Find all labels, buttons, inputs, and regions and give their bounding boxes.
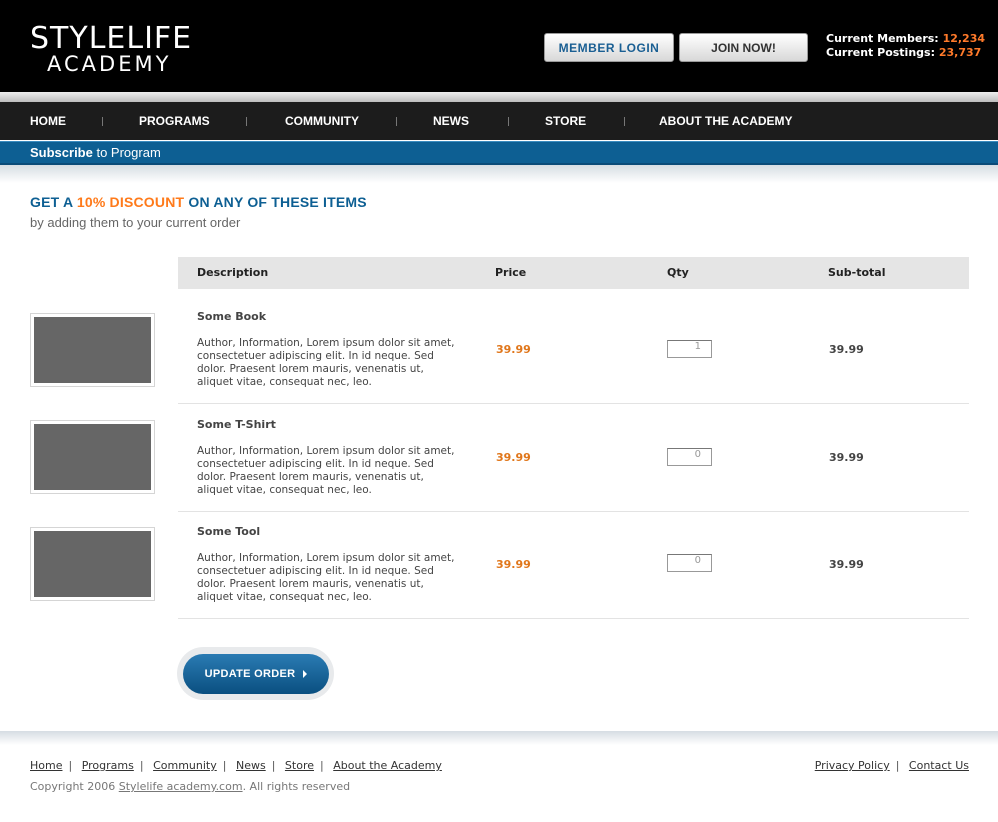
footer-separator: | — [68, 759, 73, 772]
product-description: Author, Information, Lorem ipsum dolor s… — [197, 552, 455, 603]
product-description: Author, Information, Lorem ipsum dolor s… — [197, 337, 455, 388]
quantity-input[interactable]: 1 — [667, 340, 712, 358]
nav-item-about[interactable]: ABOUT THE ACADEMY — [659, 102, 793, 140]
footer-link-programs[interactable]: Programs — [82, 759, 134, 772]
postings-label: Current Postings: — [826, 46, 935, 59]
quantity-input[interactable]: 0 — [667, 554, 712, 572]
members-stat: Current Members: 12,234 — [826, 32, 985, 46]
main-nav: HOME PROGRAMS COMMUNITY NEWS STORE ABOUT… — [0, 102, 998, 140]
footer-separator: | — [895, 759, 900, 772]
quantity-input[interactable]: 0 — [667, 448, 712, 466]
product-thumbnail[interactable] — [30, 527, 155, 601]
product-subtotal: 39.99 — [829, 558, 864, 571]
header-price: Price — [495, 266, 527, 279]
footer-legal-links: Privacy Policy | Contact Us — [815, 759, 969, 772]
table-row: Some Tool Author, Information, Lorem ips… — [178, 512, 969, 619]
product-name: Some Tool — [197, 525, 261, 538]
header-qty: Qty — [667, 266, 689, 279]
footer-separator: | — [139, 759, 144, 772]
promo-subtitle: by adding them to your current order — [30, 215, 241, 230]
contact-us-link[interactable]: Contact Us — [909, 759, 969, 772]
member-login-button[interactable]: MEMBER LOGIN — [544, 33, 674, 62]
promo-heading: GET A 10% DISCOUNT ON ANY OF THESE ITEMS — [30, 194, 367, 210]
nav-item-programs[interactable]: PROGRAMS — [139, 102, 210, 140]
nav-separator — [102, 117, 103, 126]
nav-item-home[interactable]: HOME — [30, 102, 66, 140]
promo-part2: ON ANY OF THESE ITEMS — [184, 194, 367, 210]
product-image — [34, 531, 151, 597]
members-value: 12,234 — [942, 32, 986, 45]
product-description: Author, Information, Lorem ipsum dolor s… — [197, 445, 455, 496]
nav-separator — [396, 117, 397, 126]
header-description: Description — [197, 266, 269, 279]
product-name: Some T-Shirt — [197, 418, 276, 431]
members-label: Current Members: — [826, 32, 939, 45]
nav-separator — [246, 117, 247, 126]
copyright-site-link[interactable]: Stylelife academy.com — [119, 780, 243, 793]
nav-item-news[interactable]: NEWS — [433, 102, 469, 140]
footer-link-home[interactable]: Home — [30, 759, 62, 772]
privacy-policy-link[interactable]: Privacy Policy — [815, 759, 890, 772]
header-subtotal: Sub-total — [828, 266, 886, 279]
footer-separator: | — [222, 759, 227, 772]
section-title-bar: Subscribe to Program — [0, 141, 998, 165]
product-thumbnail[interactable] — [30, 313, 155, 387]
product-subtotal: 39.99 — [829, 451, 864, 464]
product-price: 39.99 — [496, 558, 531, 571]
product-subtotal: 39.99 — [829, 343, 864, 356]
product-price: 39.99 — [496, 451, 531, 464]
nav-separator — [508, 117, 509, 126]
nav-item-store[interactable]: STORE — [545, 102, 586, 140]
arrow-right-icon — [303, 670, 308, 678]
footer-link-about[interactable]: About the Academy — [333, 759, 442, 772]
copyright-prefix: Copyright 2006 — [30, 780, 119, 793]
footer-nav: Home | Programs | Community | News | Store | … — [30, 759, 442, 772]
footer-link-community[interactable]: Community — [153, 759, 217, 772]
site-logo[interactable]: STYLELIFE ACADEMY — [30, 24, 192, 75]
footer-link-store[interactable]: Store — [285, 759, 314, 772]
update-order-label: UPDATE ORDER — [204, 668, 296, 680]
footer-separator: | — [271, 759, 276, 772]
nav-item-community[interactable]: COMMUNITY — [285, 102, 359, 140]
copyright-suffix: . All rights reserved — [242, 780, 351, 793]
section-title: Subscribe to Program — [30, 145, 161, 160]
product-name: Some Book — [197, 310, 267, 323]
product-image — [34, 424, 151, 490]
section-title-bold: Subscribe — [30, 145, 93, 160]
product-price: 39.99 — [496, 343, 531, 356]
logo-line1: STYLELIFE — [30, 21, 193, 56]
section-shadow — [0, 165, 998, 183]
postings-value: 23,737 — [938, 46, 982, 59]
section-title-rest: to Program — [92, 145, 161, 160]
logo-line2: ACADEMY — [47, 52, 172, 76]
site-header: STYLELIFE ACADEMY MEMBER LOGIN JOIN NOW!… — [0, 0, 998, 92]
footer-divider — [0, 731, 998, 745]
postings-stat: Current Postings: 23,737 — [826, 46, 985, 60]
footer-link-news[interactable]: News — [236, 759, 266, 772]
table-header: Description Price Qty Sub-total — [178, 257, 969, 289]
copyright: Copyright 2006 Stylelife academy.com. Al… — [30, 780, 350, 793]
promo-part1: GET A — [30, 194, 77, 210]
header-band — [0, 92, 998, 102]
table-row: Some Book Author, Information, Lorem ips… — [178, 289, 969, 404]
footer-separator: | — [320, 759, 324, 772]
update-order-button[interactable]: UPDATE ORDER — [183, 654, 329, 694]
product-image — [34, 317, 151, 383]
site-stats: Current Members: 12,234 Current Postings… — [826, 32, 985, 60]
nav-separator — [624, 117, 625, 126]
table-row: Some T-Shirt Author, Information, Lorem … — [178, 404, 969, 512]
promo-discount: 10% DISCOUNT — [76, 194, 185, 210]
product-thumbnail[interactable] — [30, 420, 155, 494]
join-now-button[interactable]: JOIN NOW! — [679, 33, 808, 62]
